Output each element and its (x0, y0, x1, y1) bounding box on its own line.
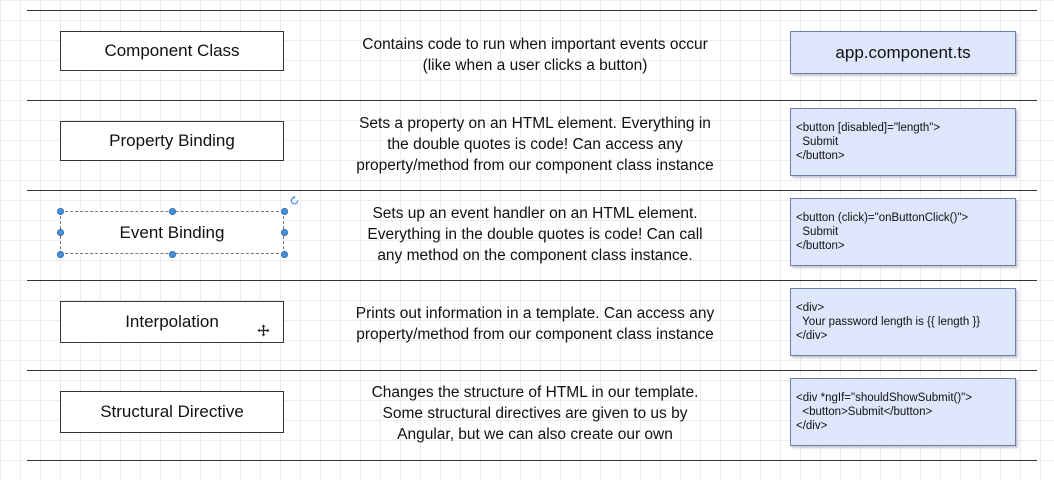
code-box-component-class[interactable]: app.component.ts (790, 31, 1016, 74)
selection-handle[interactable] (281, 208, 288, 215)
move-cursor-icon (257, 324, 270, 337)
code-snippet-structural-directive: <div *ngIf="shouldShowSubmit()"> <button… (796, 392, 972, 432)
description-structural-directive: Changes the structure of HTML in our tem… (371, 384, 699, 443)
separator-line (27, 100, 1037, 101)
selection-handle[interactable] (57, 251, 64, 258)
selection-handle[interactable] (281, 251, 288, 258)
selection-handle[interactable] (169, 208, 176, 215)
separator-line (27, 370, 1037, 371)
label-box-interpolation[interactable]: Interpolation (60, 301, 284, 343)
description-interpolation: Prints out information in a template. Ca… (355, 305, 715, 343)
separator-line (27, 10, 1037, 11)
code-snippet-interpolation: <div> Your password length is {{ length … (796, 302, 981, 342)
separator-line (27, 190, 1037, 191)
code-box-property-binding[interactable]: <button [disabled]="length"> Submit </bu… (790, 108, 1016, 176)
label-box-component-class[interactable]: Component Class (60, 31, 284, 71)
separator-line (27, 460, 1037, 461)
code-box-structural-directive[interactable]: <div *ngIf="shouldShowSubmit()"> <button… (790, 378, 1016, 446)
selection-handle[interactable] (57, 208, 64, 215)
code-snippet-property-binding: <button [disabled]="length"> Submit </bu… (796, 122, 941, 162)
code-box-event-binding[interactable]: <button (click)="onButtonClick()"> Submi… (790, 198, 1016, 266)
label-box-structural-directive[interactable]: Structural Directive (60, 391, 284, 433)
selection-handle[interactable] (169, 251, 176, 258)
label-box-event-binding[interactable]: Event Binding (60, 211, 284, 254)
rotate-icon[interactable] (289, 195, 300, 206)
description-event-binding: Sets up an event handler on an HTML elem… (367, 205, 703, 264)
code-box-interpolation[interactable]: <div> Your password length is {{ length … (790, 288, 1016, 356)
description-component-class: Contains code to run when important even… (362, 36, 708, 74)
selection-handle[interactable] (57, 229, 64, 236)
label-box-property-binding[interactable]: Property Binding (60, 121, 284, 161)
selection-handle[interactable] (281, 229, 288, 236)
code-snippet-event-binding: <button (click)="onButtonClick()"> Submi… (796, 212, 969, 252)
description-property-binding: Sets a property on an HTML element. Ever… (356, 115, 714, 174)
separator-line (27, 280, 1037, 281)
